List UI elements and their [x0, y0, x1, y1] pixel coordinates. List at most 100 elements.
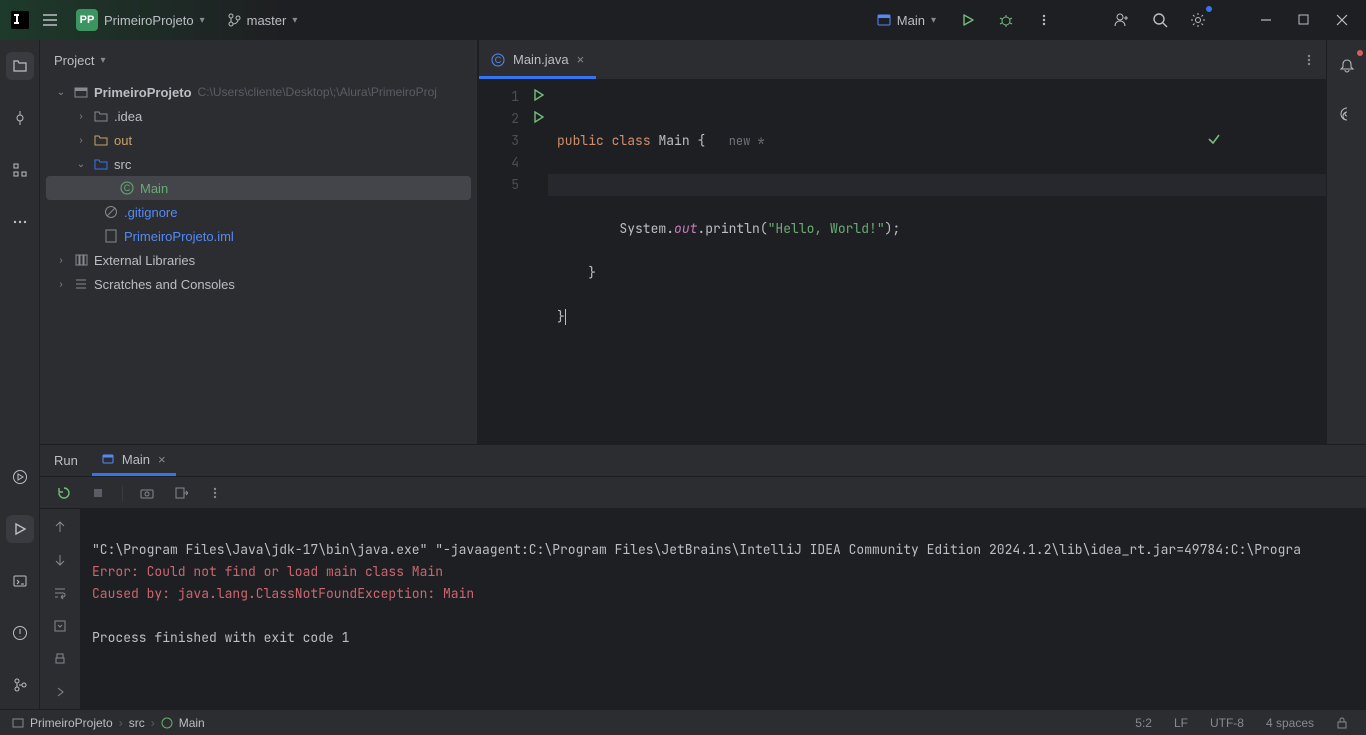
- caret-position[interactable]: 5:2: [1129, 716, 1158, 730]
- chevron-right-icon: ›: [151, 716, 155, 730]
- debug-button[interactable]: [992, 6, 1020, 34]
- lock-icon: [1336, 717, 1348, 729]
- up-button[interactable]: [50, 517, 70, 536]
- terminal-tool-button[interactable]: [6, 567, 34, 595]
- module-icon: [12, 717, 24, 729]
- tree-folder-idea[interactable]: › .idea: [40, 104, 477, 128]
- window-maximize-button[interactable]: [1290, 6, 1318, 34]
- play-icon: [13, 522, 27, 536]
- tree-external-libraries[interactable]: › External Libraries: [40, 248, 477, 272]
- ai-assistant-button[interactable]: [1333, 100, 1361, 128]
- tree-folder-src[interactable]: ⌄ src: [40, 152, 477, 176]
- close-icon[interactable]: ×: [577, 52, 585, 67]
- tree-file-iml[interactable]: PrimeiroProjeto.iml: [40, 224, 477, 248]
- scroll-to-end-button[interactable]: [50, 616, 70, 635]
- structure-tool-button[interactable]: [6, 156, 34, 184]
- exit-button[interactable]: [171, 483, 191, 503]
- source-folder-icon: [94, 157, 108, 171]
- settings-button[interactable]: [1184, 6, 1212, 34]
- line-number: 1: [511, 88, 519, 105]
- run-panel: Run Main ×: [40, 444, 1366, 709]
- file-encoding[interactable]: UTF-8: [1204, 716, 1250, 730]
- arrow-up-icon: [54, 521, 66, 533]
- project-panel-header[interactable]: Project ▾: [40, 40, 477, 80]
- folder-icon: [12, 58, 28, 74]
- indent-status[interactable]: 4 spaces: [1260, 716, 1320, 730]
- project-selector[interactable]: PP PrimeiroProjeto ▾: [70, 5, 211, 35]
- console-output[interactable]: "C:\Program Files\Java\jdk-17\bin\java.e…: [80, 509, 1366, 709]
- more-horizontal-icon: [12, 219, 28, 225]
- ignore-icon: [104, 205, 118, 219]
- crumb-label: src: [129, 716, 145, 730]
- close-icon[interactable]: ×: [158, 452, 166, 467]
- stop-icon: [92, 487, 104, 499]
- code-area[interactable]: public class Main { new * public static …: [545, 80, 1326, 444]
- close-icon: [1336, 14, 1348, 26]
- more-button[interactable]: [205, 483, 225, 503]
- project-name-label: PrimeiroProjeto: [104, 13, 194, 28]
- run-tab-main[interactable]: Main ×: [92, 445, 176, 476]
- run-tool-button[interactable]: [6, 515, 34, 543]
- dump-threads-button[interactable]: [137, 483, 157, 503]
- search-everywhere-button[interactable]: [1146, 6, 1174, 34]
- play-circle-icon: [12, 469, 28, 485]
- branch-icon: [227, 13, 241, 27]
- soft-wrap-button[interactable]: [50, 583, 70, 602]
- expand-button[interactable]: [50, 682, 70, 701]
- inspection-status-icon[interactable]: [1207, 88, 1316, 190]
- stop-button[interactable]: [88, 483, 108, 503]
- services-tool-button[interactable]: [6, 463, 34, 491]
- bell-icon: [1339, 58, 1355, 74]
- editor-body[interactable]: 1 2 3 4 5 public class Main { new * publ…: [479, 80, 1326, 444]
- window-minimize-button[interactable]: [1252, 6, 1280, 34]
- project-tool-button[interactable]: [6, 52, 34, 80]
- vcs-branch-selector[interactable]: master ▾: [221, 9, 304, 32]
- project-panel-title: Project: [54, 53, 94, 68]
- gutter: 1 2 3 4 5: [479, 80, 527, 444]
- crumb-label: PrimeiroProjeto: [30, 716, 113, 730]
- tree-file-main[interactable]: C Main: [46, 176, 471, 200]
- window-close-button[interactable]: [1328, 6, 1356, 34]
- more-vertical-icon: [208, 486, 222, 500]
- tree-scratches[interactable]: › Scratches and Consoles: [40, 272, 477, 296]
- rerun-button[interactable]: [54, 483, 74, 503]
- more-actions-button[interactable]: [1030, 6, 1058, 34]
- code-with-me-button[interactable]: [1108, 6, 1136, 34]
- application-icon: [102, 453, 114, 465]
- notifications-button[interactable]: [1333, 52, 1361, 80]
- tree-folder-out[interactable]: › out: [40, 128, 477, 152]
- print-button[interactable]: [50, 649, 70, 668]
- run-config-selector[interactable]: Main ▾: [869, 10, 944, 31]
- tree-root[interactable]: ⌄ PrimeiroProjeto C:\Users\cliente\Deskt…: [40, 80, 477, 104]
- swirl-icon: [1339, 106, 1355, 122]
- terminal-icon: [12, 573, 28, 589]
- run-gutter-icon[interactable]: [533, 111, 545, 123]
- module-icon: [74, 85, 88, 99]
- tree-file-gitignore[interactable]: .gitignore: [40, 200, 477, 224]
- ide-logo-icon: [10, 10, 30, 30]
- run-button[interactable]: [954, 6, 982, 34]
- commit-tool-button[interactable]: [6, 104, 34, 132]
- editor-tabs: C Main.java ×: [479, 40, 1326, 80]
- run-gutter-icon[interactable]: [533, 89, 545, 101]
- breadcrumb[interactable]: PrimeiroProjeto › src › Main: [12, 716, 205, 730]
- problems-tool-button[interactable]: [6, 619, 34, 647]
- camera-icon: [140, 486, 154, 500]
- gear-icon: [1190, 12, 1206, 28]
- readonly-toggle[interactable]: [1330, 717, 1354, 729]
- tree-item-label: External Libraries: [94, 253, 195, 268]
- tree-item-label: src: [114, 157, 131, 172]
- down-button[interactable]: [50, 550, 70, 569]
- more-tool-button[interactable]: [6, 208, 34, 236]
- arrow-down-icon: [54, 554, 66, 566]
- chevron-down-icon: ▾: [200, 15, 205, 26]
- main-menu-button[interactable]: [40, 10, 60, 30]
- editor-tab-main[interactable]: C Main.java ×: [479, 40, 596, 79]
- editor-more-button[interactable]: [1292, 40, 1326, 79]
- left-tool-strip: [0, 40, 40, 709]
- run-config-label: Main: [897, 13, 925, 28]
- line-separator[interactable]: LF: [1168, 716, 1194, 730]
- minimize-icon: [1260, 14, 1272, 26]
- project-tree[interactable]: ⌄ PrimeiroProjeto C:\Users\cliente\Deskt…: [40, 80, 477, 444]
- vcs-tool-button[interactable]: [6, 671, 34, 699]
